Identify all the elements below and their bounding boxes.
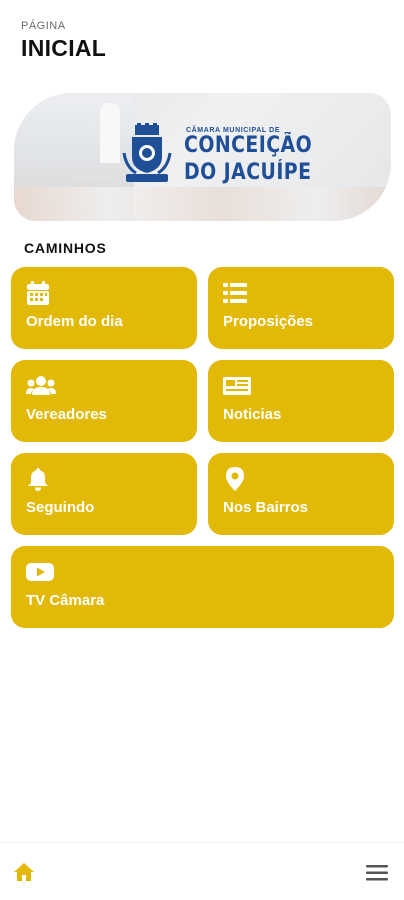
tile-nos-bairros[interactable]: Nos Bairros [208, 453, 394, 535]
tile-label: TV Câmara [26, 592, 105, 609]
tile-label: Vereadores [26, 406, 107, 423]
tile-label: Ordem do dia [26, 313, 123, 330]
page-title: INICIAL [21, 35, 107, 61]
youtube-icon [26, 563, 54, 581]
tile-label: Seguindo [26, 499, 95, 516]
hamburger-menu-icon[interactable] [366, 864, 388, 882]
coat-of-arms-icon [122, 123, 172, 182]
bottom-navigation [0, 842, 404, 900]
map-pin-icon [226, 467, 244, 491]
tile-label: Nos Bairros [223, 499, 309, 516]
home-icon[interactable] [13, 862, 35, 882]
tile-proposicoes[interactable]: Proposições [208, 267, 394, 349]
tile-vereadores[interactable]: Vereadores [11, 360, 197, 442]
list-icon [223, 283, 247, 303]
tile-label: Noticias [223, 406, 282, 423]
tile-seguindo[interactable]: Seguindo [11, 453, 197, 535]
page-header: PÁGINA INICIAL [21, 20, 106, 62]
council-logo: CÂMARA MUNICIPAL DE CONCEIÇÃO DO JACUÍPE [122, 120, 312, 192]
logo-text-line2: CONCEIÇÃO [184, 133, 313, 158]
tile-ordem-do-dia[interactable]: Ordem do dia [11, 267, 197, 349]
bell-icon [28, 468, 48, 491]
logo-text-line3: DO JACUÍPE [184, 160, 312, 185]
tile-tv-camara[interactable]: TV Câmara [11, 546, 394, 628]
newspaper-icon [223, 377, 251, 395]
users-icon [26, 376, 56, 395]
tile-label: Proposições [223, 313, 314, 330]
tile-noticias[interactable]: Noticias [208, 360, 394, 442]
section-title: CAMINHOS [24, 240, 107, 256]
page-subtitle: PÁGINA [21, 20, 66, 32]
calendar-icon [27, 281, 49, 305]
